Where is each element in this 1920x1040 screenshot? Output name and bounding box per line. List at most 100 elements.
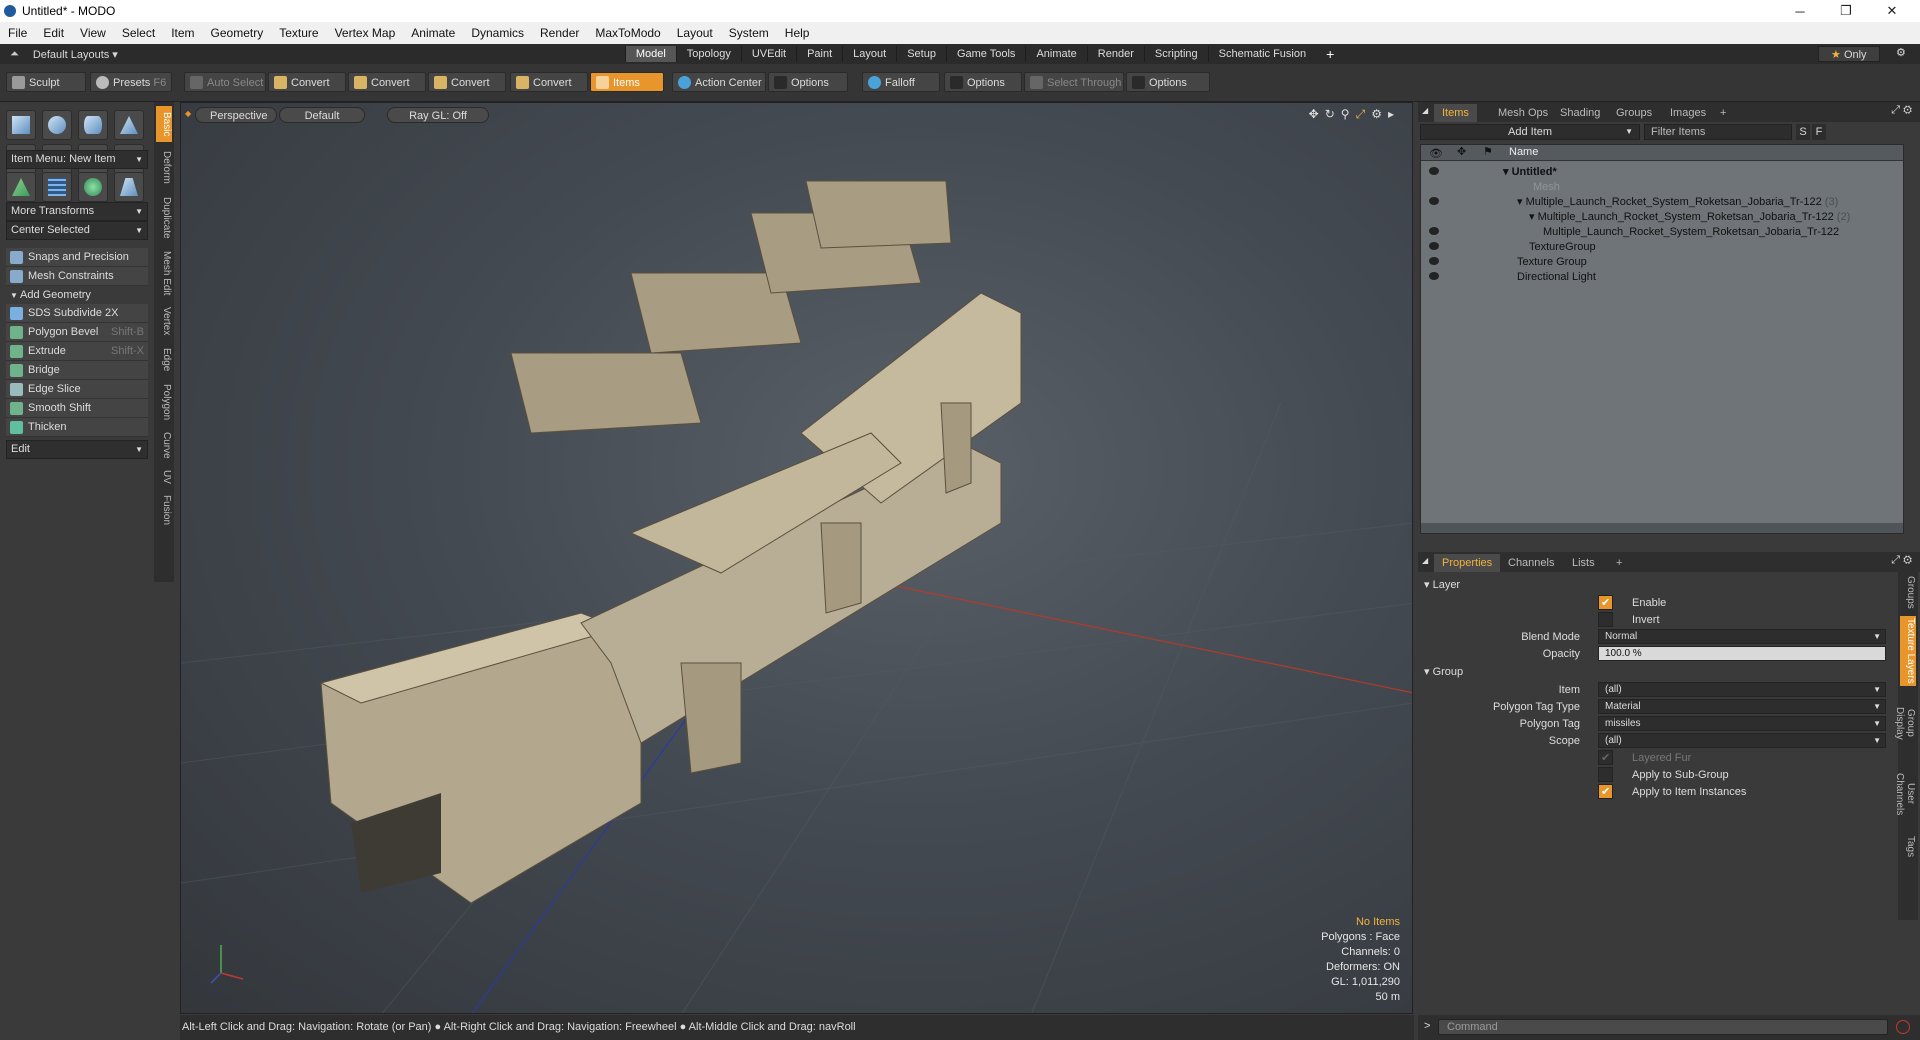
visibility-icon[interactable] [1429, 242, 1439, 250]
falloff-options-button[interactable]: Options [944, 72, 1022, 92]
action-center-options-button[interactable]: Options [768, 72, 848, 92]
menu-select[interactable]: Select [114, 26, 163, 40]
panel-expand-icon[interactable]: ⤢ ⚙ [1891, 554, 1912, 567]
vtab-user-channels[interactable]: User Channels [1894, 760, 1916, 828]
convert-vertices-button[interactable]: Convert [268, 72, 346, 92]
tab-schematic-fusion[interactable]: Schematic Fusion [1207, 46, 1316, 62]
sds-subdivide-button[interactable]: SDS Subdivide 2X [6, 304, 148, 323]
minimize-button[interactable]: ─ [1778, 0, 1822, 22]
tab-topology[interactable]: Topology [675, 46, 741, 62]
tab-animate[interactable]: Animate [1025, 46, 1086, 62]
vtab-deform[interactable]: Deform [156, 146, 172, 188]
opacity-input[interactable]: 100.0 % [1598, 646, 1886, 661]
center-selected-dropdown[interactable]: Center Selected ▼ [6, 221, 148, 240]
visibility-icon[interactable] [1429, 257, 1439, 265]
menu-view[interactable]: View [72, 26, 114, 40]
tab-scripting[interactable]: Scripting [1143, 46, 1208, 62]
gear-icon[interactable]: ⚙ [1896, 46, 1906, 59]
locator-tool[interactable] [6, 172, 36, 202]
select-through-button[interactable]: Select Through [1024, 72, 1124, 92]
vtab-edge[interactable]: Edge [156, 344, 172, 376]
add-geometry-header[interactable]: ▼ Add Geometry [6, 286, 148, 305]
menu-dynamics[interactable]: Dynamics [463, 26, 532, 40]
menu-item[interactable]: Item [163, 26, 202, 40]
layout-selector[interactable]: Default Layouts ▾ [33, 48, 153, 61]
ptag-select[interactable]: missiles ▼ [1598, 716, 1886, 731]
tab-game-tools[interactable]: Game Tools [945, 46, 1026, 62]
item-row[interactable]: Directional Light [1421, 268, 1903, 286]
presets-button[interactable]: Presets F6 [90, 72, 172, 92]
cone-tool[interactable] [114, 110, 144, 140]
sphere-tool[interactable] [42, 110, 72, 140]
convert-materials-button[interactable]: Convert [510, 72, 588, 92]
snaps-precision-button[interactable]: Snaps and Precision [6, 248, 148, 267]
tab-groups[interactable]: Groups [1608, 104, 1660, 122]
edit-dropdown[interactable]: Edit ▼ [6, 440, 148, 459]
convert-edges-button[interactable]: Convert [348, 72, 426, 92]
falloff-button[interactable]: Falloff [862, 72, 940, 92]
tab-model[interactable]: Model [624, 46, 676, 62]
vtab-basic[interactable]: Basic [156, 106, 172, 142]
menu-help[interactable]: Help [777, 26, 818, 40]
menu-file[interactable]: File [0, 26, 35, 40]
select-through-options-button[interactable]: Options [1126, 72, 1210, 92]
vtab-tags[interactable]: Tags [1900, 832, 1916, 862]
vtab-vertex[interactable]: Vertex [156, 302, 172, 340]
tab-render[interactable]: Render [1086, 46, 1144, 62]
vtab-fusion[interactable]: Fusion [156, 492, 172, 528]
menu-maxtomodo[interactable]: MaxToModo [587, 26, 668, 40]
enable-checkbox[interactable] [1598, 595, 1613, 612]
add-tab-button[interactable]: + [1712, 104, 1734, 122]
auto-select-button[interactable]: Auto Select [184, 72, 266, 92]
tab-paint[interactable]: Paint [796, 46, 842, 62]
vtab-group-display[interactable]: Group Display [1894, 690, 1916, 756]
tab-uvedit[interactable]: UVEdit [740, 46, 796, 62]
tab-setup[interactable]: Setup [896, 46, 946, 62]
item-menu-dropdown[interactable]: Item Menu: New Item ▼ [6, 150, 148, 169]
panel-expand-icon[interactable]: ⤢ ⚙ [1891, 104, 1912, 117]
add-tab-button[interactable]: + [1608, 554, 1630, 572]
vtab-duplicate[interactable]: Duplicate [156, 192, 172, 244]
action-center-button[interactable]: Action Center [672, 72, 766, 92]
scope-select[interactable]: (all) ▼ [1598, 733, 1886, 748]
ptag-type-select[interactable]: Material ▼ [1598, 699, 1886, 714]
more-transforms-dropdown[interactable]: More Transforms ▼ [6, 202, 148, 221]
vtab-curve[interactable]: Curve [156, 428, 172, 462]
only-toggle[interactable]: ★ Only [1818, 46, 1880, 62]
command-input[interactable]: Command [1438, 1019, 1888, 1035]
visibility-icon[interactable] [1429, 272, 1439, 280]
tab-mesh-ops[interactable]: Mesh Ops [1490, 104, 1556, 122]
bridge-button[interactable]: Bridge [6, 361, 148, 380]
menu-texture[interactable]: Texture [271, 26, 326, 40]
restore-button[interactable]: ❐ [1824, 0, 1868, 22]
close-button[interactable]: ✕ [1870, 0, 1914, 22]
layered-fur-checkbox[interactable] [1598, 750, 1613, 767]
panel-menu-icon[interactable]: ◢ [1422, 106, 1428, 115]
vtab-uv[interactable]: UV [156, 466, 172, 488]
panel-menu-icon[interactable]: ◢ [1422, 556, 1428, 565]
menu-animate[interactable]: Animate [403, 26, 463, 40]
edge-slice-button[interactable]: Edge Slice [6, 380, 148, 399]
filter-items-input[interactable]: Filter Items [1644, 124, 1792, 140]
thicken-button[interactable]: Thicken [6, 418, 148, 437]
vtab-polygon[interactable]: Polygon [156, 380, 172, 424]
grid-tool[interactable] [42, 172, 72, 202]
layout-up-icon[interactable]: ⏶ [10, 48, 19, 61]
menu-layout[interactable]: Layout [669, 26, 721, 40]
blend-mode-select[interactable]: Normal ▼ [1598, 629, 1886, 644]
apply-instances-checkbox[interactable] [1598, 784, 1613, 801]
menu-edit[interactable]: Edit [35, 26, 72, 40]
vtab-texture-layers[interactable]: Texture Layers [1900, 616, 1916, 686]
3d-viewport[interactable]: ◆ Perspective Default Ray GL: Off ✥↻⚲⤢⚙▸ [180, 102, 1413, 1014]
menu-vertex-map[interactable]: Vertex Map [327, 26, 404, 40]
item-select[interactable]: (all) ▼ [1598, 682, 1886, 697]
vtab-groups[interactable]: Groups [1900, 572, 1916, 612]
convert-polygons-button[interactable]: Convert [428, 72, 506, 92]
tab-channels[interactable]: Channels [1500, 554, 1562, 572]
visibility-icon[interactable] [1429, 227, 1439, 235]
invert-checkbox[interactable] [1598, 612, 1613, 627]
extrude-button[interactable]: Extrude Shift-X [6, 342, 148, 361]
mesh-constraints-button[interactable]: Mesh Constraints [6, 267, 148, 286]
filter-s-button[interactable]: S [1796, 124, 1810, 140]
horizontal-scrollbar[interactable] [1421, 523, 1903, 533]
